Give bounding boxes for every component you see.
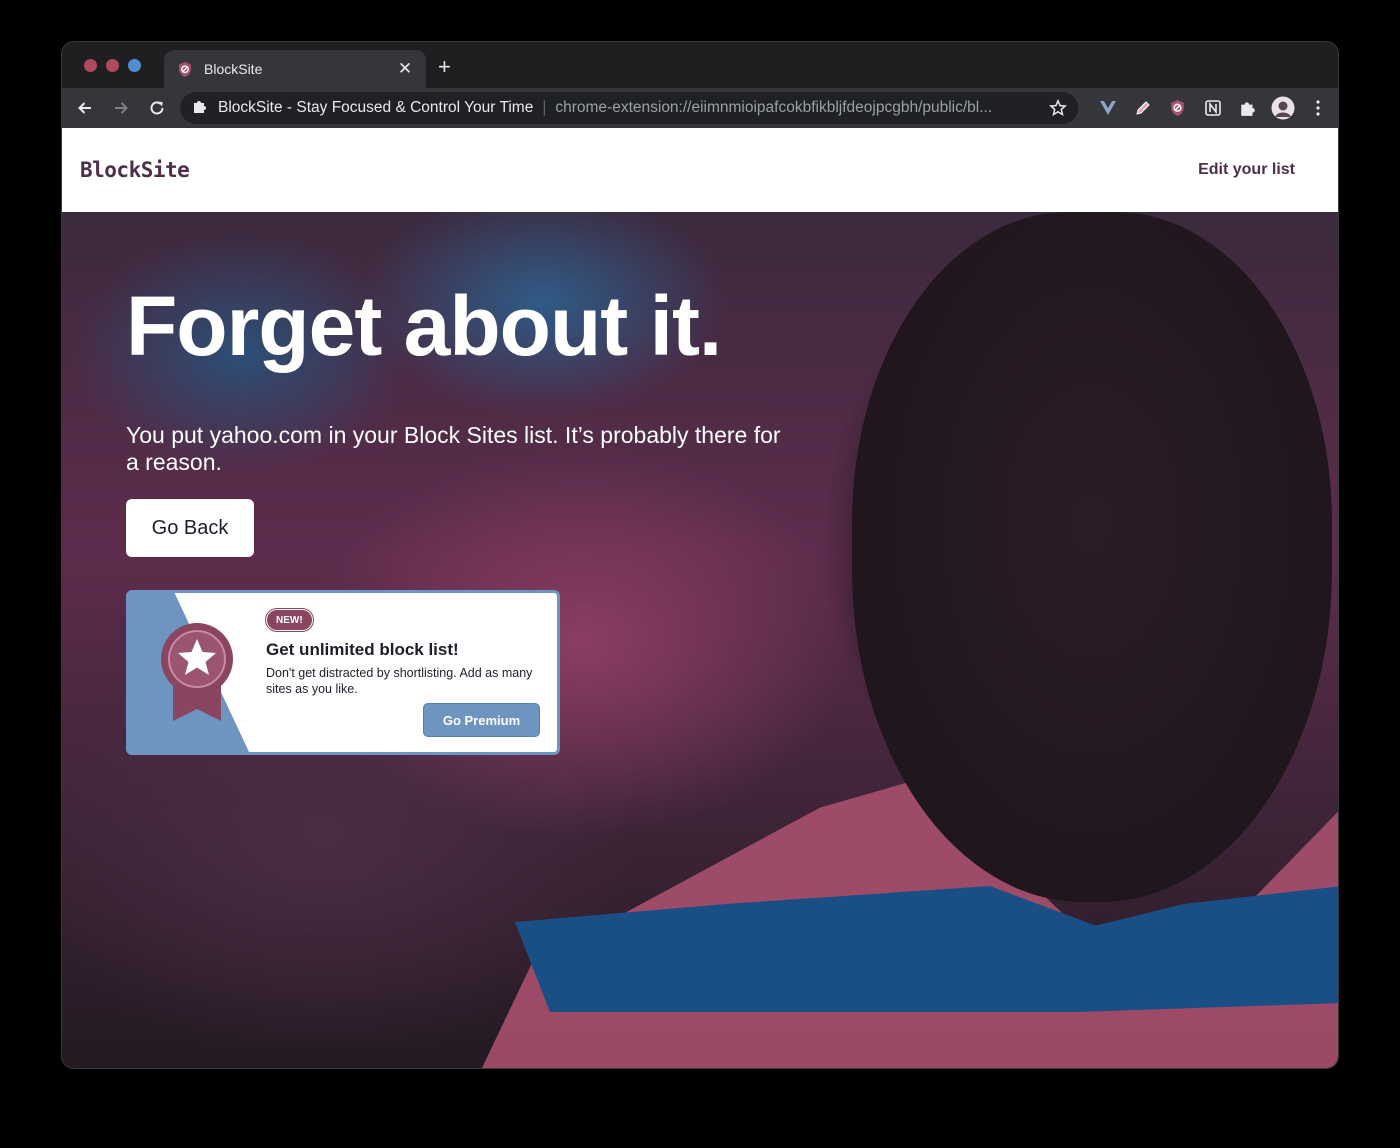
address-bar[interactable]: BlockSite - Stay Focused & Control Your … <box>180 92 1078 124</box>
edit-list-link[interactable]: Edit your list <box>1198 161 1295 179</box>
award-ribbon-icon <box>159 621 235 730</box>
reload-icon[interactable] <box>142 93 172 123</box>
new-tab-button[interactable]: + <box>438 56 451 78</box>
go-premium-button[interactable]: Go Premium <box>423 703 540 737</box>
profile-avatar[interactable] <box>1265 93 1300 123</box>
vue-devtools-icon[interactable] <box>1090 93 1125 123</box>
page-content: BlockSite Edit your list Forget about it… <box>62 128 1338 1068</box>
background-photo-person <box>852 212 1332 902</box>
premium-promo-card: NEW! Get unlimited block list! Don't get… <box>126 590 560 755</box>
blocksite-logo[interactable]: BlockSite <box>80 158 190 182</box>
new-badge: NEW! <box>266 609 313 631</box>
omnibox-separator: | <box>542 99 547 116</box>
kebab-menu-icon[interactable] <box>1300 93 1335 123</box>
tab-blocksite[interactable]: BlockSite ✕ <box>164 50 426 88</box>
pen-icon[interactable] <box>1125 93 1160 123</box>
star-icon[interactable] <box>1048 99 1068 117</box>
back-arrow-icon[interactable] <box>70 93 100 123</box>
blocked-message: You put yahoo.com in your Block Sites li… <box>126 422 781 475</box>
blocksite-shield-icon[interactable] <box>1160 93 1195 123</box>
extensions-area <box>1090 93 1335 123</box>
hero-section: Forget about it. You put yahoo.com in yo… <box>62 212 1338 1068</box>
tab-close-icon[interactable]: ✕ <box>396 59 414 79</box>
window-minimize-button[interactable] <box>106 59 119 72</box>
extensions-icon[interactable] <box>1230 93 1265 123</box>
omnibox-url: chrome-extension://eiimnmioipafcokbfikbl… <box>555 99 993 116</box>
notion-icon[interactable] <box>1195 93 1230 123</box>
extension-puzzle-icon <box>192 98 208 119</box>
page-title: Forget about it. <box>126 279 722 373</box>
forward-arrow-icon[interactable] <box>106 93 136 123</box>
promo-title: Get unlimited block list! <box>266 640 459 659</box>
tab-strip: BlockSite ✕ + <box>62 42 1338 88</box>
window-close-button[interactable] <box>84 59 97 72</box>
omnibox-page-title: BlockSite - Stay Focused & Control Your … <box>218 99 534 116</box>
tab-title: BlockSite <box>204 61 263 77</box>
browser-window: BlockSite ✕ + BlockSite - Stay Focused &… <box>62 42 1338 1068</box>
browser-toolbar: BlockSite - Stay Focused & Control Your … <box>62 88 1338 128</box>
promo-description: Don't get distracted by shortlisting. Ad… <box>266 666 533 696</box>
site-header: BlockSite Edit your list <box>62 128 1338 212</box>
go-back-button[interactable]: Go Back <box>126 499 254 557</box>
window-maximize-button[interactable] <box>128 59 141 72</box>
blocksite-shield-icon <box>176 60 194 78</box>
